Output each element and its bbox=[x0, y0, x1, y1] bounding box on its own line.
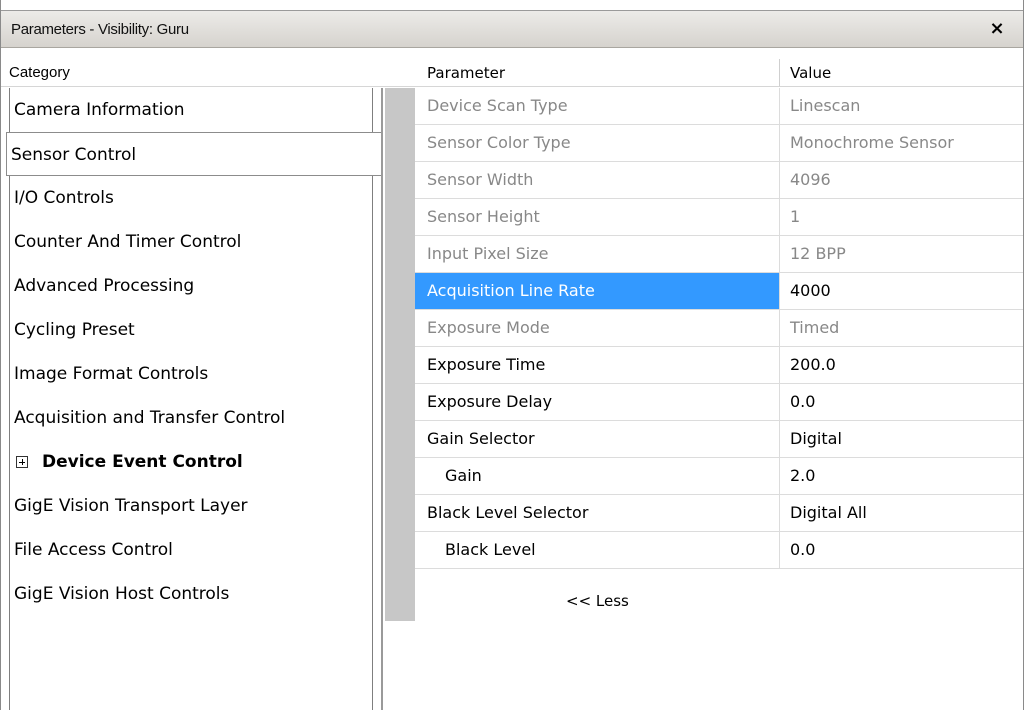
category-column-header: Category bbox=[1, 59, 381, 87]
category-item[interactable]: Cycling Preset bbox=[10, 308, 372, 352]
parameter-value[interactable]: 200.0 bbox=[780, 347, 1023, 383]
parameter-name: Exposure Time bbox=[415, 347, 780, 383]
category-label: I/O Controls bbox=[14, 188, 114, 208]
parameter-row[interactable]: Acquisition Line Rate 4000 bbox=[415, 273, 1023, 310]
parameter-row[interactable]: Black Level Selector Digital All bbox=[415, 495, 1023, 532]
category-item[interactable]: Sensor Control bbox=[6, 132, 382, 176]
category-item[interactable]: Device Event Control bbox=[10, 440, 372, 484]
parameter-row[interactable]: Sensor Width 4096 bbox=[415, 162, 1023, 199]
parameter-name: Black Level Selector bbox=[415, 495, 780, 531]
parameter-column-header[interactable]: Parameter bbox=[415, 59, 780, 87]
category-list: Camera Information Sensor Control I/O Cont… bbox=[6, 88, 382, 710]
parameter-value[interactable]: 2.0 bbox=[780, 458, 1023, 494]
parameter-value[interactable]: Digital bbox=[780, 421, 1023, 457]
parameter-name: Gain Selector bbox=[415, 421, 780, 457]
category-item[interactable]: File Access Control bbox=[10, 528, 372, 572]
category-item[interactable]: Camera Information bbox=[10, 88, 372, 132]
category-label: GigE Vision Host Controls bbox=[14, 584, 230, 604]
parameters-window: Parameters - Visibility: Guru × Category… bbox=[0, 0, 1024, 710]
parameter-row[interactable]: Gain Selector Digital bbox=[415, 421, 1023, 458]
parameter-value[interactable]: 0.0 bbox=[780, 384, 1023, 420]
category-item[interactable]: Advanced Processing bbox=[10, 264, 372, 308]
category-label: Counter And Timer Control bbox=[14, 232, 242, 252]
parameter-value[interactable]: 4000 bbox=[780, 273, 1023, 309]
parameter-row[interactable]: Black Level 0.0 bbox=[415, 532, 1023, 569]
category-label: Acquisition and Transfer Control bbox=[14, 408, 286, 428]
parameter-value: 4096 bbox=[790, 170, 831, 189]
category-label: GigE Vision Transport Layer bbox=[14, 496, 248, 516]
header-spacer bbox=[381, 59, 415, 87]
parameter-value[interactable]: Digital All bbox=[780, 495, 1023, 531]
parameter-row[interactable]: Gain 2.0 bbox=[415, 458, 1023, 495]
category-item[interactable]: GigE Vision Host Controls bbox=[10, 572, 372, 616]
parameter-row[interactable]: Exposure Delay 0.0 bbox=[415, 384, 1023, 421]
parameter-value[interactable]: 0.0 bbox=[780, 532, 1023, 568]
parameter-row[interactable]: Sensor Color Type Monochrome Sensor bbox=[415, 125, 1023, 162]
parameter-row[interactable]: Input Pixel Size 12 BPP bbox=[415, 236, 1023, 273]
parameter-value: Timed bbox=[790, 318, 840, 337]
parameter-name: Gain bbox=[415, 458, 780, 494]
category-item[interactable]: I/O Controls bbox=[10, 176, 372, 220]
parameter-value: Linescan bbox=[790, 96, 861, 115]
parameter-name: Acquisition Line Rate bbox=[415, 273, 780, 309]
parameter-row[interactable]: Sensor Height 1 bbox=[415, 199, 1023, 236]
category-label: File Access Control bbox=[14, 540, 173, 560]
parameter-name: Sensor Width bbox=[415, 162, 780, 198]
category-label: Image Format Controls bbox=[14, 364, 209, 384]
row-header-gutter bbox=[385, 88, 415, 621]
parameter-value: Monochrome Sensor bbox=[790, 133, 954, 152]
splitter[interactable] bbox=[381, 88, 383, 710]
parameter-name: Black Level bbox=[415, 532, 780, 568]
category-item[interactable]: Image Format Controls bbox=[10, 352, 372, 396]
category-item[interactable]: GigE Vision Transport Layer bbox=[10, 484, 372, 528]
parameter-value: 1 bbox=[790, 207, 801, 226]
parameter-row[interactable]: Device Scan Type Linescan bbox=[415, 88, 1023, 125]
category-label: Advanced Processing bbox=[14, 276, 195, 296]
category-label: Camera Information bbox=[14, 100, 185, 120]
parameter-value: 12 BPP bbox=[790, 244, 846, 263]
category-label: Device Event Control bbox=[42, 452, 243, 472]
parameter-name: Input Pixel Size bbox=[415, 236, 780, 272]
less-link[interactable]: << Less bbox=[566, 592, 629, 610]
parameter-name: Exposure Delay bbox=[415, 384, 780, 420]
category-label: Cycling Preset bbox=[14, 320, 135, 340]
close-icon[interactable]: × bbox=[985, 16, 1009, 42]
value-column-header[interactable]: Value bbox=[780, 59, 1023, 87]
category-item[interactable]: Acquisition and Transfer Control bbox=[10, 396, 372, 440]
parameter-name: Device Scan Type bbox=[415, 88, 780, 124]
title-bar[interactable]: Parameters - Visibility: Guru × bbox=[1, 10, 1023, 48]
expand-plus-icon[interactable] bbox=[16, 456, 28, 468]
parameter-name: Exposure Mode bbox=[415, 310, 780, 346]
category-item[interactable]: Counter And Timer Control bbox=[10, 220, 372, 264]
parameter-row[interactable]: Exposure Time 200.0 bbox=[415, 347, 1023, 384]
window-title: Parameters - Visibility: Guru bbox=[11, 21, 189, 38]
parameter-name: Sensor Color Type bbox=[415, 125, 780, 161]
parameter-name: Sensor Height bbox=[415, 199, 780, 235]
parameter-row[interactable]: Exposure Mode Timed bbox=[415, 310, 1023, 347]
category-label: Sensor Control bbox=[11, 145, 137, 165]
